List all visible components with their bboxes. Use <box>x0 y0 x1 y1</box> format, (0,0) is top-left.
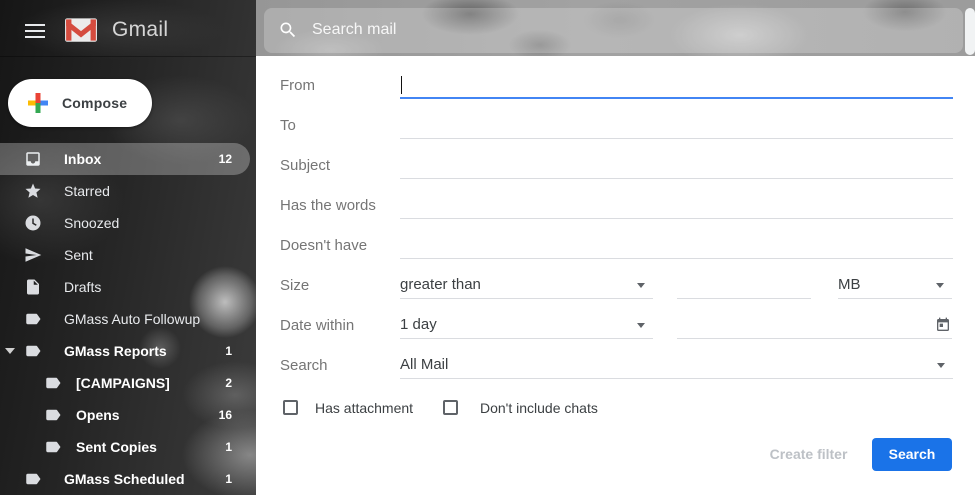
clock-icon <box>24 214 42 232</box>
field-label: Has the words <box>280 197 376 214</box>
sidebar-item-label: Sent <box>64 247 93 263</box>
text-cursor <box>401 76 402 94</box>
field-label: Size <box>280 277 310 294</box>
filter-row-subject: Subject <box>256 151 975 179</box>
unread-count: 1 <box>225 344 232 358</box>
sidebar-item-starred[interactable]: Starred <box>0 175 256 207</box>
sidebar-item-sent-copies[interactable]: Sent Copies 1 <box>0 431 256 463</box>
dropdown-value: greater than <box>400 276 481 293</box>
sidebar-item-label: GMass Auto Followup <box>64 311 201 327</box>
gmail-window: Search mail Gmail Compose Inbox 12 Starr… <box>0 0 975 495</box>
size-unit-dropdown[interactable]: MB <box>838 271 952 299</box>
sidebar-item-opens[interactable]: Opens 16 <box>0 399 256 431</box>
date-value-input[interactable] <box>677 311 952 339</box>
filter-row-from: From <box>256 71 975 99</box>
chevron-down-icon <box>637 323 645 328</box>
sidebar-item-snoozed[interactable]: Snoozed <box>0 207 256 239</box>
sidebar: Gmail Compose Inbox 12 Starred Snoozed S… <box>0 0 256 495</box>
filter-row-date-within: Date within 1 day <box>256 311 975 339</box>
menu-icon[interactable] <box>25 24 45 38</box>
scrollbar-thumb[interactable] <box>965 8 975 55</box>
label-icon <box>24 470 42 488</box>
sidebar-item-gmass-auto-followup[interactable]: GMass Auto Followup <box>0 303 256 335</box>
search-scope-dropdown[interactable]: All Mail <box>400 351 953 379</box>
unread-count: 1 <box>225 472 232 486</box>
dropdown-value: 1 day <box>400 316 437 333</box>
label-icon <box>24 342 42 360</box>
search-mail-box[interactable]: Search mail <box>264 8 963 53</box>
star-icon <box>24 182 42 200</box>
send-icon <box>24 246 42 264</box>
unread-count: 16 <box>218 408 232 422</box>
checkbox-label: Don't include chats <box>480 400 598 416</box>
filter-row-size: Size greater than MB <box>256 271 975 299</box>
sidebar-item-label: Opens <box>76 407 120 423</box>
gmail-logo-icon <box>65 18 97 42</box>
sidebar-item-inbox[interactable]: Inbox 12 <box>0 143 256 175</box>
sidebar-item-label: Drafts <box>64 279 102 295</box>
sidebar-item-label: Snoozed <box>64 215 120 231</box>
sidebar-item-gmass-scheduled[interactable]: GMass Scheduled 1 <box>0 463 256 495</box>
subject-input[interactable] <box>400 151 953 179</box>
has-attachment-checkbox[interactable] <box>283 400 298 415</box>
dropdown-value: MB <box>838 276 861 293</box>
filter-row-has-words: Has the words <box>256 191 975 219</box>
sidebar-item-label: GMass Reports <box>64 343 167 359</box>
search-button[interactable]: Search <box>872 438 952 471</box>
filter-row-to: To <box>256 111 975 139</box>
dropdown-value: All Mail <box>400 356 449 373</box>
unread-count: 1 <box>225 440 232 454</box>
has-words-input[interactable] <box>400 191 953 219</box>
sidebar-item-gmass-reports[interactable]: GMass Reports 1 <box>0 335 256 367</box>
unread-count: 2 <box>225 376 232 390</box>
field-label: To <box>280 117 296 134</box>
inbox-icon <box>24 150 42 168</box>
sidebar-item-label: Starred <box>64 183 110 199</box>
filter-row-search-scope: Search All Mail <box>256 351 975 379</box>
field-label: Search <box>280 357 328 374</box>
sidebar-divider <box>0 56 256 57</box>
compose-label: Compose <box>62 95 128 111</box>
checkbox-row: Has attachment Don't include chats <box>256 399 975 417</box>
chevron-down-icon <box>637 283 645 288</box>
dont-include-chats-checkbox[interactable] <box>443 400 458 415</box>
label-icon <box>44 374 62 392</box>
size-value-input[interactable] <box>677 271 811 299</box>
from-input[interactable] <box>400 71 953 99</box>
to-input[interactable] <box>400 111 953 139</box>
chevron-down-icon <box>936 283 944 288</box>
date-range-dropdown[interactable]: 1 day <box>400 311 653 339</box>
field-label: Doesn't have <box>280 237 368 254</box>
brand-title: Gmail <box>112 18 169 41</box>
sidebar-item-label: Inbox <box>64 151 102 167</box>
field-label: Subject <box>280 157 331 174</box>
draft-icon <box>24 278 42 296</box>
label-icon <box>44 406 62 424</box>
label-icon <box>44 438 62 456</box>
calendar-icon[interactable] <box>935 317 951 333</box>
unread-count: 12 <box>218 152 232 166</box>
field-label: From <box>280 77 315 94</box>
label-icon <box>24 310 42 328</box>
sidebar-item-label: GMass Scheduled <box>64 471 185 487</box>
sidebar-item-campaigns[interactable]: [CAMPAIGNS] 2 <box>0 367 256 399</box>
checkbox-label: Has attachment <box>315 400 414 416</box>
expand-arrow-icon[interactable] <box>5 348 15 354</box>
sidebar-item-sent[interactable]: Sent <box>0 239 256 271</box>
compose-plus-icon <box>28 93 48 113</box>
doesnt-have-input[interactable] <box>400 231 953 259</box>
sidebar-item-drafts[interactable]: Drafts <box>0 271 256 303</box>
search-filter-panel: From To Subject Has the words Doesn't ha… <box>256 56 975 495</box>
chevron-down-icon <box>937 363 945 368</box>
field-label: Date within <box>280 317 355 334</box>
create-filter-button[interactable]: Create filter <box>761 438 856 471</box>
size-comparator-dropdown[interactable]: greater than <box>400 271 653 299</box>
search-placeholder: Search mail <box>312 21 397 38</box>
sidebar-item-label: [CAMPAIGNS] <box>76 375 170 391</box>
filter-row-doesnt-have: Doesn't have <box>256 231 975 259</box>
search-icon <box>280 22 296 38</box>
compose-button[interactable]: Compose <box>8 79 152 127</box>
sidebar-item-label: Sent Copies <box>76 439 157 455</box>
